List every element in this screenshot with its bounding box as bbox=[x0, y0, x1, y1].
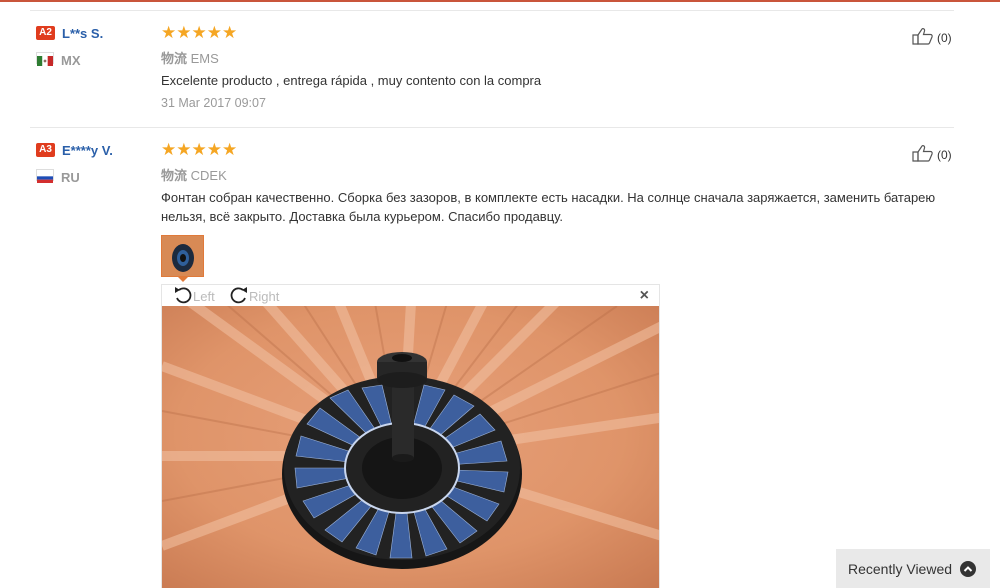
reviewer-name[interactable]: L**s S. bbox=[62, 26, 103, 41]
recently-viewed-label: Recently Viewed bbox=[848, 560, 953, 577]
logistics-value: CDEK bbox=[190, 168, 227, 183]
reviewer-country: MX bbox=[61, 53, 81, 68]
buyer-level-badge: A2 bbox=[36, 26, 55, 40]
logistics-info: 物流 CDEK bbox=[161, 165, 227, 184]
helpful-count: (0) bbox=[937, 30, 952, 45]
review-text: Фонтан собран качественно. Сборка без за… bbox=[161, 190, 936, 224]
top-accent-line bbox=[0, 0, 1000, 2]
thumbnail-pointer bbox=[177, 276, 189, 282]
chevron-up-icon bbox=[960, 560, 977, 577]
reviewer-name[interactable]: E****y V. bbox=[62, 143, 113, 158]
review-date: 31 Mar 2017 09:07 bbox=[161, 96, 266, 110]
star-rating: ★★★★★ bbox=[161, 140, 238, 159]
close-viewer-button[interactable]: × bbox=[640, 287, 649, 305]
star-rating: ★★★★★ bbox=[161, 23, 238, 42]
rotate-left-button[interactable]: Left bbox=[173, 286, 215, 307]
rotate-right-icon bbox=[229, 286, 249, 307]
logistics-label: 物流 bbox=[161, 51, 188, 66]
logistics-value: EMS bbox=[190, 51, 219, 66]
image-viewer: Left Right × bbox=[161, 284, 660, 588]
review-photo-thumbnail[interactable] bbox=[161, 235, 204, 277]
divider bbox=[30, 127, 954, 128]
thumbs-up-icon bbox=[911, 144, 935, 165]
logistics-label: 物流 bbox=[161, 168, 188, 183]
recently-viewed-button[interactable]: Recently Viewed bbox=[836, 549, 990, 588]
buyer-level-badge: A3 bbox=[36, 143, 55, 157]
helpful-count: (0) bbox=[937, 147, 952, 162]
image-viewer-toolbar: Left Right × bbox=[162, 285, 659, 306]
rotate-right-label: Right bbox=[249, 289, 280, 304]
rotate-left-label: Left bbox=[193, 289, 215, 304]
logistics-info: 物流 EMS bbox=[161, 48, 219, 67]
review-text: Excelente producto , entrega rápida , mu… bbox=[161, 73, 542, 88]
mexico-flag-icon bbox=[36, 52, 54, 66]
review-photo-large bbox=[162, 306, 659, 588]
russia-flag-icon bbox=[36, 169, 54, 183]
thumbs-up-icon bbox=[911, 27, 935, 48]
reviewer-country: RU bbox=[61, 170, 80, 185]
helpful-button[interactable]: (0) bbox=[911, 27, 952, 48]
rotate-right-button[interactable]: Right bbox=[229, 286, 279, 307]
helpful-button[interactable]: (0) bbox=[911, 144, 952, 165]
divider bbox=[30, 10, 954, 11]
rotate-left-icon bbox=[173, 286, 193, 307]
